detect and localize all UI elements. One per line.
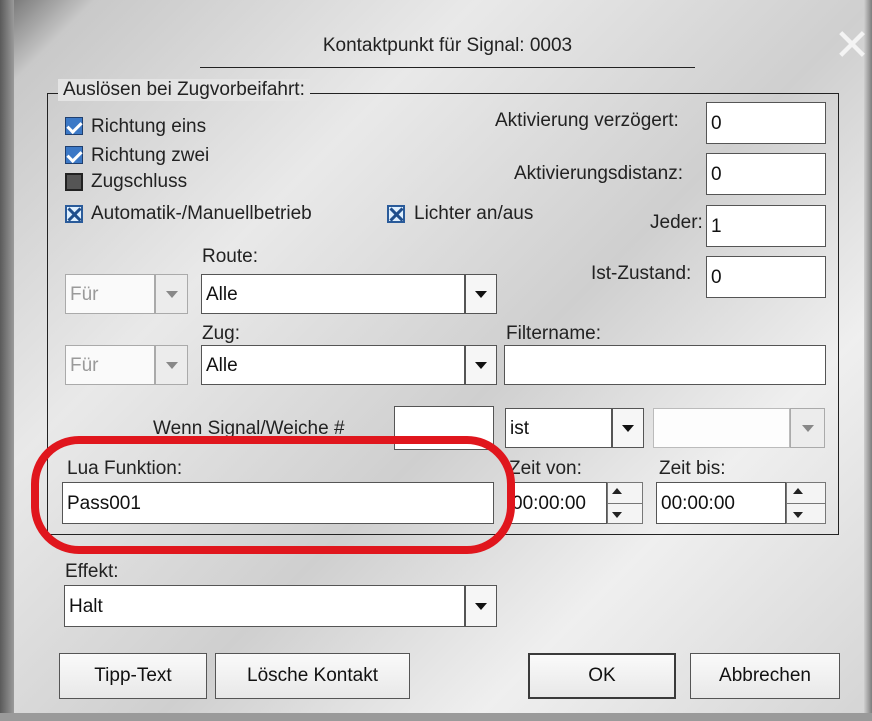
effect-label: Effekt:: [65, 561, 119, 582]
train-select[interactable]: Alle: [201, 345, 465, 385]
signal-operator-dropdown-button[interactable]: [612, 408, 644, 448]
route-select[interactable]: Alle: [201, 274, 465, 314]
time-from-spinner[interactable]: [607, 482, 643, 524]
train-for-select[interactable]: Für: [65, 345, 155, 385]
tooltip-text-button[interactable]: Tipp-Text: [59, 653, 207, 699]
window-edge-left: [0, 0, 14, 721]
train-for-dropdown-button[interactable]: [155, 345, 188, 385]
time-to-label: Zeit bis:: [659, 458, 726, 479]
signal-state-select[interactable]: [653, 408, 790, 448]
activation-distance-input[interactable]: 0: [706, 153, 826, 195]
chevron-down-icon: [475, 602, 487, 610]
window-edge-bottom: [0, 713, 872, 721]
route-for-dropdown-button[interactable]: [155, 274, 188, 314]
zugschluss-label: Zugschluss: [91, 171, 188, 192]
richtung-eins-checkbox[interactable]: [65, 117, 83, 135]
route-label: Route:: [202, 246, 258, 267]
spin-down-icon[interactable]: [793, 512, 803, 518]
automatik-label: Automatik-/Manuellbetrieb: [91, 203, 312, 224]
filtername-label: Filtername:: [506, 323, 602, 344]
actual-state-input[interactable]: 0: [706, 256, 826, 298]
chevron-down-icon: [475, 290, 487, 298]
time-from-input[interactable]: 00:00:00: [507, 482, 607, 524]
delete-contact-button[interactable]: Lösche Kontakt: [215, 653, 410, 699]
signal-state-dropdown-button[interactable]: [790, 408, 825, 448]
chevron-down-icon: [165, 361, 178, 369]
train-dropdown-button[interactable]: [465, 345, 497, 385]
chevron-down-icon: [165, 290, 178, 298]
route-for-select[interactable]: Für: [65, 274, 155, 314]
lua-function-label: Lua Funktion:: [67, 458, 183, 479]
train-label: Zug:: [202, 323, 241, 344]
zugschluss-checkbox[interactable]: [65, 173, 83, 191]
lua-function-input[interactable]: Pass001: [62, 482, 494, 524]
automatik-checkbox[interactable]: [65, 205, 83, 223]
activation-delay-input[interactable]: 0: [706, 102, 826, 144]
filtername-input[interactable]: [504, 345, 826, 385]
trigger-group-frame-bottom: [47, 534, 839, 535]
chevron-down-icon: [475, 361, 487, 369]
time-from-label: Zeit von:: [509, 458, 582, 479]
spin-up-icon[interactable]: [612, 488, 622, 494]
cancel-button[interactable]: Abbrechen: [690, 653, 840, 699]
contact-point-dialog: Kontaktpunkt für Signal: 0003 ✕ Auslösen…: [0, 0, 872, 721]
chevron-down-icon: [801, 424, 814, 432]
dialog-title: Kontaktpunkt für Signal: 0003: [322, 35, 573, 56]
every-input[interactable]: 1: [706, 205, 826, 247]
richtung-eins-label: Richtung eins: [91, 116, 207, 137]
title-underline: [200, 67, 695, 68]
spin-up-icon[interactable]: [793, 488, 803, 494]
window-edge-right: [864, 0, 872, 721]
chevron-down-icon: [622, 424, 634, 432]
richtung-zwei-label: Richtung zwei: [91, 145, 210, 166]
route-dropdown-button[interactable]: [465, 274, 497, 314]
time-to-spinner[interactable]: [786, 482, 826, 524]
close-icon[interactable]: ✕: [832, 24, 872, 68]
every-label: Jeder:: [650, 212, 703, 233]
activation-distance-label: Aktivierungsdistanz:: [514, 163, 683, 184]
activation-delay-label: Aktivierung verzögert:: [495, 110, 679, 131]
richtung-zwei-checkbox[interactable]: [65, 146, 83, 164]
signal-number-input[interactable]: [394, 406, 494, 450]
time-to-input[interactable]: 00:00:00: [656, 482, 786, 524]
effect-select[interactable]: Halt: [64, 585, 465, 627]
spinner-divider: [608, 503, 642, 504]
spinner-divider: [787, 503, 825, 504]
trigger-group-frame-left: [47, 93, 48, 534]
effect-dropdown-button[interactable]: [465, 585, 497, 627]
spin-down-icon[interactable]: [612, 512, 622, 518]
signal-operator-select[interactable]: ist: [505, 408, 612, 448]
lichter-checkbox[interactable]: [387, 205, 405, 223]
signal-condition-label: Wenn Signal/Weiche #: [153, 418, 345, 439]
actual-state-label: Ist-Zustand:: [591, 263, 692, 284]
trigger-group-legend: Auslösen bei Zugvorbeifahrt:: [58, 79, 310, 101]
lichter-label: Lichter an/aus: [414, 203, 534, 224]
ok-button[interactable]: OK: [528, 653, 676, 699]
